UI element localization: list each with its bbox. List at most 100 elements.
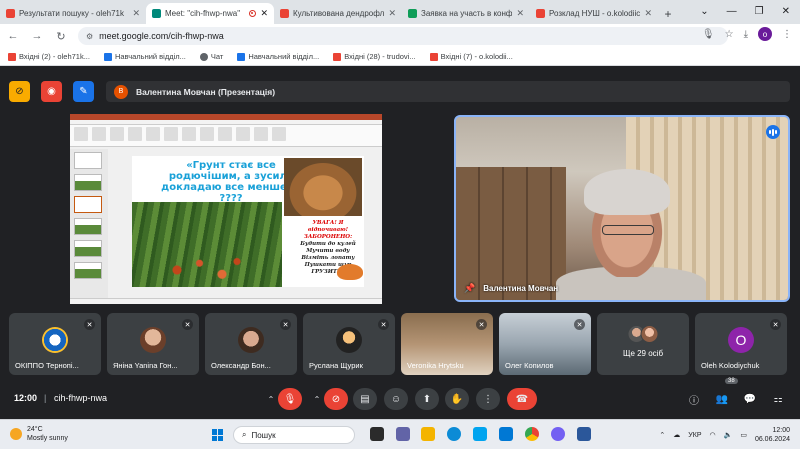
camera-toggle-button[interactable]: ⊘ (324, 388, 348, 410)
mic-toggle-button[interactable]: 🎙 (278, 388, 302, 410)
raise-hand-button[interactable]: ✋ (445, 388, 469, 410)
more-options-button[interactable]: ⋮ (476, 388, 500, 410)
back-button[interactable]: ← (6, 30, 20, 42)
present-button[interactable]: ⬆ (415, 388, 439, 410)
star-icon[interactable]: ☆ (725, 29, 734, 40)
ppt-statusbar (70, 298, 382, 304)
tab-2[interactable]: Культивована дендрофлор ✕ (274, 3, 402, 24)
mic-off-icon: ✕ (770, 319, 781, 330)
meet-icon (152, 9, 161, 18)
no-camera-button[interactable]: ⊘ (9, 81, 30, 102)
bookmark-item[interactable]: Вхідні (7) - o.kolodii... (429, 52, 513, 61)
recording-button[interactable]: ◉ (41, 81, 62, 102)
gmail-icon (536, 9, 545, 18)
close-icon[interactable]: ✕ (644, 8, 652, 19)
chevron-up-icon[interactable]: ⌃ (659, 431, 665, 439)
people-icon[interactable]: 👥 (714, 390, 730, 408)
download-icon[interactable]: ⤓ (744, 29, 748, 40)
activities-icon[interactable]: ⚏ (770, 390, 786, 408)
gmail-icon (333, 52, 342, 61)
mic-icon[interactable]: 🎙 (702, 29, 715, 40)
active-speaker-tile[interactable]: 📌 Валентина Мовчан (454, 115, 790, 302)
battery-icon[interactable]: ▭ (740, 431, 747, 439)
taskbar-search[interactable]: ⌕ Пошук (233, 426, 355, 444)
video-options-button[interactable]: ⌃ (310, 388, 324, 410)
task-view-icon[interactable] (370, 427, 384, 441)
participant-tile[interactable]: ✕ Руслана Щурик (303, 313, 395, 375)
tab-strip: Результати пошуку - oleh71k ✕ Meet: "cih… (0, 0, 800, 24)
maximize-button[interactable]: ❐ (755, 6, 764, 17)
audio-options-button[interactable]: ⌃ (264, 388, 278, 410)
resting-animal-photo (284, 158, 362, 216)
cloud-icon[interactable]: ☁ (673, 431, 680, 439)
warning-line: Будити до кулей (300, 241, 356, 247)
speaker-label: 📌 Валентина Мовчан (464, 283, 558, 294)
presenter-avatar: В (114, 84, 128, 99)
bookmark-item[interactable]: Вхідні (2) - oleh71k... (8, 52, 90, 61)
captions-button[interactable]: ▤ (353, 388, 377, 410)
participant-tile[interactable]: ✕ Яніна Yanina Гон... (107, 313, 199, 375)
store-icon[interactable] (473, 427, 487, 441)
datetime[interactable]: 12:00 06.06.2024 (755, 426, 790, 444)
tab-title: Культивована дендрофлор (293, 9, 385, 18)
menu-icon[interactable]: ⋮ (782, 29, 792, 40)
sun-icon (10, 428, 22, 440)
participant-tile[interactable]: O ✕ Oleh Kolodiychuk (695, 313, 787, 375)
tab-4[interactable]: Розклад НУШ - o.kolodiichu ✕ (530, 3, 658, 24)
chat-icon[interactable]: 💬 (742, 390, 758, 408)
more-participants-tile[interactable]: Ще 29 осіб (597, 313, 689, 375)
speaker-name: Валентина Мовчан (483, 284, 559, 293)
info-icon[interactable]: ⓘ (686, 390, 702, 408)
close-icon[interactable]: ✕ (260, 8, 268, 19)
taskbar-date: 06.06.2024 (754, 436, 790, 443)
gmail-icon (280, 9, 289, 18)
lang-indicator[interactable]: УКР (688, 432, 701, 439)
leave-call-button[interactable]: ☎ (507, 388, 537, 410)
speaker-glasses (602, 225, 654, 235)
bookmark-item[interactable]: Навчальний відділ... (103, 52, 186, 61)
forward-button[interactable]: → (30, 30, 44, 42)
teams-icon[interactable] (396, 427, 410, 441)
emoji-button[interactable]: ☺ (384, 388, 408, 410)
tab-1[interactable]: Meet: "cih-fhwp-nwa" ✕ (146, 3, 274, 24)
chat-icon (199, 52, 208, 61)
close-window-button[interactable]: ✕ (782, 6, 790, 17)
participant-tile[interactable]: ✕ Олег Копилов (499, 313, 591, 375)
bookmark-item[interactable]: Вхідні (28) - trudovi... (333, 52, 416, 61)
tab-0[interactable]: Результати пошуку - oleh71k ✕ (0, 3, 146, 24)
participant-tile[interactable]: ✕ Олександр Бон... (205, 313, 297, 375)
weather-widget[interactable]: 24°C Mostly sunny (10, 425, 68, 443)
profile-avatar[interactable]: o (758, 27, 772, 41)
chrome-icon[interactable] (525, 427, 539, 441)
tab-3[interactable]: Заявка на участь в конфер ✕ (402, 3, 530, 24)
wifi-icon[interactable]: ◠ (710, 431, 716, 439)
close-icon[interactable]: ✕ (132, 8, 140, 19)
edge-icon[interactable] (447, 427, 461, 441)
participant-tile[interactable]: ✕ Veronika Hrytsku (401, 313, 493, 375)
close-icon[interactable]: ✕ (388, 8, 396, 19)
close-icon[interactable]: ✕ (516, 8, 524, 19)
bookmark-item[interactable]: Навчальний відділ... (237, 52, 319, 61)
tab-search-icon[interactable]: ⌄ (700, 6, 708, 17)
search-placeholder: Пошук (251, 430, 276, 440)
viber-icon[interactable] (551, 427, 565, 441)
participant-strip: ✕ ОКІППО Тернопі... ✕ Яніна Yanina Гон..… (9, 313, 791, 375)
address-bar[interactable]: ⚙ meet.google.com/cih-fhwp-nwa (78, 27, 728, 45)
participant-tile[interactable]: ✕ ОКІППО Тернопі... (9, 313, 101, 375)
reload-button[interactable]: ↻ (54, 30, 68, 43)
bookmark-item[interactable]: Чат (199, 52, 223, 61)
site-info-icon[interactable]: ⚙ (86, 32, 93, 41)
participant-avatar (42, 327, 68, 353)
presenter-bar: В Валентина Мовчан (Презентація) (106, 81, 790, 102)
speaker-icon[interactable]: 🔈 (724, 431, 733, 439)
word-icon[interactable] (577, 427, 591, 441)
minimize-button[interactable]: — (727, 6, 737, 17)
new-tab-button[interactable]: + (658, 3, 678, 24)
meeting-time: 12:00 (14, 393, 38, 403)
participant-avatar (336, 327, 362, 353)
pin-icon[interactable]: 📌 (464, 283, 475, 294)
mail-icon[interactable] (499, 427, 513, 441)
whiteboard-button[interactable]: ✎ (73, 81, 94, 102)
explorer-icon[interactable] (421, 427, 435, 441)
windows-start-icon[interactable] (212, 429, 224, 441)
